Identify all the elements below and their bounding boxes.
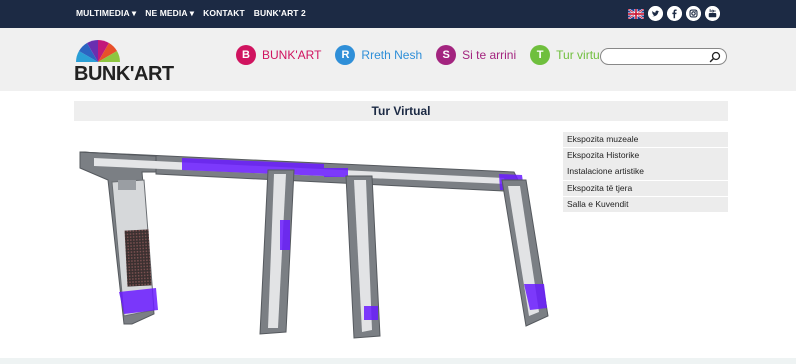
topnav-kontakt[interactable]: KONTAKT	[203, 8, 245, 19]
main-nav: B BUNK'ART R Rreth Nesh S Si te arrini T…	[236, 45, 623, 65]
topnav-ne-media[interactable]: NE MEDIA ▾	[145, 8, 194, 19]
nav-si-te-arrini[interactable]: S Si te arrini	[436, 45, 516, 65]
nav-si-te-arrini-label: Si te arrini	[462, 48, 517, 62]
nav-b-icon: B	[236, 45, 256, 65]
top-nav: MULTIMEDIA ▾ NE MEDIA ▾ KONTAKT BUNK'ART…	[76, 8, 306, 19]
west-wing[interactable]	[79, 151, 158, 325]
nav-r-icon: R	[335, 45, 356, 65]
search-box	[600, 48, 727, 65]
page-title-bar: Tur Virtual	[74, 101, 728, 121]
nav-s-icon: S	[436, 45, 457, 65]
search-input[interactable]	[609, 50, 705, 63]
nav-bunkart[interactable]: B BUNK'ART	[236, 45, 321, 65]
topnav-bunkart-2[interactable]: BUNK'ART 2	[254, 8, 306, 19]
logo-text: BUNK'ART	[74, 63, 174, 85]
nav-rreth-nesh-label: Rreth Nesh	[361, 48, 423, 62]
uk-flag-icon[interactable]	[628, 8, 644, 19]
corridor-center[interactable]	[345, 175, 381, 339]
menu-instalacione-artistike[interactable]: Instalacione artistike	[563, 164, 728, 180]
nav-rreth-nesh[interactable]: R Rreth Nesh	[335, 45, 422, 65]
menu-ekspozita-historike[interactable]: Ekspozita Historike	[563, 148, 728, 164]
menu-ekspozita-muzeale[interactable]: Ekspozita muzeale	[563, 132, 728, 148]
menu-salla-e-kuvendit[interactable]: Salla e Kuvendit	[563, 196, 728, 213]
twitter-icon[interactable]	[648, 6, 663, 21]
facebook-icon[interactable]	[667, 6, 682, 21]
bunker-floor-plan[interactable]	[74, 140, 554, 340]
nav-tur-virtual[interactable]: T Tur virtual	[530, 45, 609, 65]
bottom-strip	[0, 358, 796, 364]
site-header: BUNK'ART B BUNK'ART R Rreth Nesh S Si te…	[0, 28, 796, 91]
search-icon[interactable]	[709, 51, 721, 63]
corridor-east[interactable]	[501, 179, 549, 327]
exhibition-menu: Ekspozita muzeale Ekspozita Historike In…	[563, 132, 728, 213]
corridor-west[interactable]	[259, 169, 295, 335]
page-title: Tur Virtual	[371, 104, 431, 118]
youtube-icon[interactable]	[705, 6, 720, 21]
instagram-icon[interactable]	[686, 6, 701, 21]
menu-ekspozita-te-tjera[interactable]: Ekspozita të tjera	[563, 180, 728, 196]
nav-bunkart-label: BUNK'ART	[262, 48, 322, 62]
top-bar: MULTIMEDIA ▾ NE MEDIA ▾ KONTAKT BUNK'ART…	[0, 0, 796, 28]
topnav-multimedia[interactable]: MULTIMEDIA ▾	[76, 8, 136, 19]
social-links	[628, 6, 720, 21]
nav-t-icon: T	[530, 45, 551, 65]
